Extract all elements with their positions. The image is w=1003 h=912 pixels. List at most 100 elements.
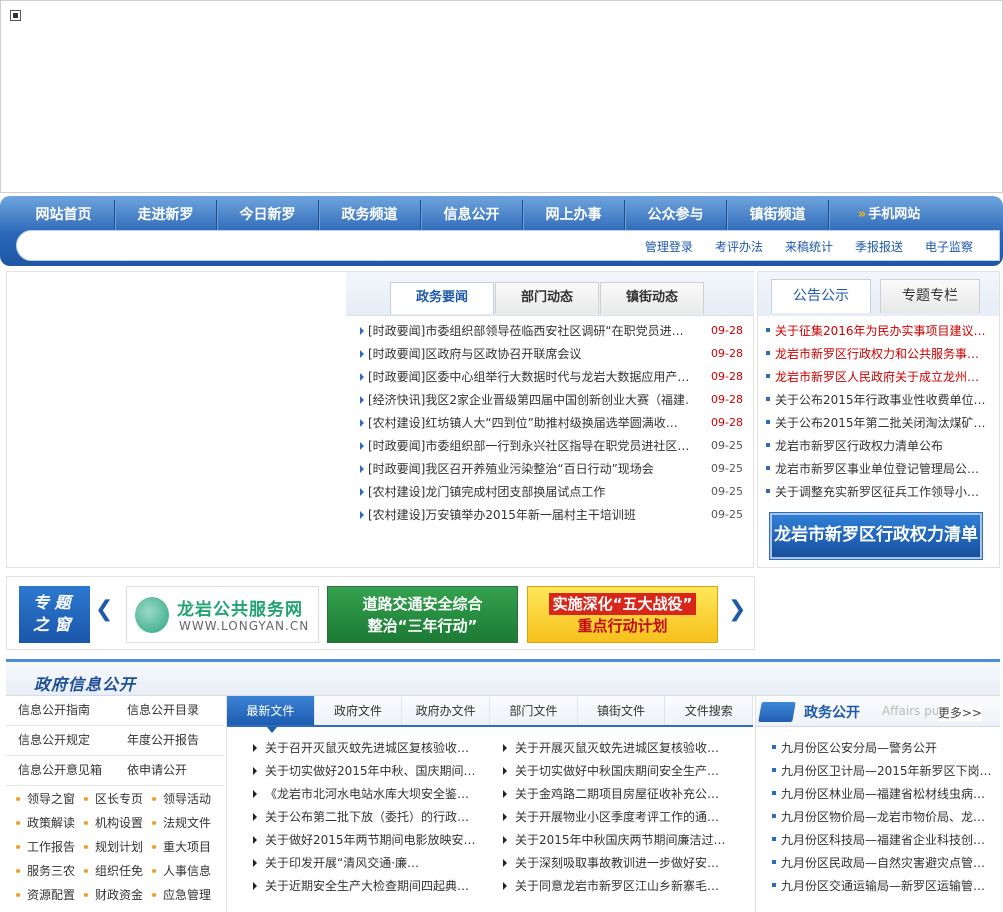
nav-item-government[interactable]: 政务频道: [319, 200, 421, 230]
documents-panel: 最新文件 政府文件 政府办文件 部门文件 镇街文件 文件搜索 关于召开灭鼠灭蚊先…: [226, 696, 754, 912]
list-item[interactable]: 关于深刻吸取事故教训进一步做好安…: [501, 854, 731, 877]
category-link[interactable]: 组织任免: [84, 862, 152, 881]
more-link[interactable]: 更多>>: [937, 704, 982, 721]
category-link[interactable]: 服务三农: [16, 862, 84, 881]
chevron-right-icon[interactable]: ❯: [728, 597, 746, 622]
power-list-banner[interactable]: 龙岩市新罗区行政权力清单: [770, 513, 982, 559]
list-item[interactable]: 关于公布2015年行政事业性收费单位…: [766, 391, 993, 414]
list-item[interactable]: 九月份区卫计局—2015年新罗区下岗…: [772, 762, 1000, 785]
list-item[interactable]: 九月份区林业局—福建省松材线虫病…: [772, 785, 1000, 808]
list-item[interactable]: [时政要闻]我区召开养殖业污染整治“百日行动”现场会 09-25: [360, 460, 745, 483]
gov-affairs-list: 九月份区公安分局—警务公开 九月份区卫计局—2015年新罗区下岗… 九月份区林业…: [756, 727, 1000, 900]
category-link[interactable]: 规划计划: [84, 838, 152, 857]
link-annual-report[interactable]: 年度公开报告: [115, 726, 224, 755]
link-feedback-box[interactable]: 信息公开意见箱: [6, 756, 115, 785]
list-item[interactable]: 九月份区公安分局—警务公开: [772, 739, 1000, 762]
list-item[interactable]: 龙岩市新罗区行政权力清单公布: [766, 437, 993, 460]
category-link[interactable]: 应急管理: [152, 886, 220, 905]
tab-latest-docs[interactable]: 最新文件: [227, 696, 315, 733]
tab-town-docs[interactable]: 镇街文件: [578, 696, 666, 725]
list-item[interactable]: 关于切实做好中秋国庆期间安全生产…: [501, 762, 731, 785]
category-link[interactable]: 资源配置: [16, 886, 84, 905]
link-quarterly-report[interactable]: 季报报送: [855, 238, 903, 255]
list-item[interactable]: 关于同意龙岩市新罗区江山乡新寨毛…: [501, 877, 731, 900]
link-catalog[interactable]: 信息公开目录: [115, 696, 224, 725]
list-item[interactable]: 关于开展物业小区季度考评工作的通…: [501, 808, 731, 831]
list-item[interactable]: 九月份区科技局—福建省企业科技创…: [772, 831, 1000, 854]
link-submission-stats[interactable]: 来稿统计: [785, 238, 833, 255]
category-link[interactable]: 领导活动: [152, 790, 220, 809]
category-link[interactable]: 人事信息: [152, 862, 220, 881]
tab-special-topics[interactable]: 专题专栏: [880, 279, 980, 313]
link-e-supervision[interactable]: 电子监察: [925, 238, 973, 255]
nav-item-about[interactable]: 走进新罗: [115, 200, 217, 230]
list-item[interactable]: 关于印发开展“清风交通·廉…: [251, 854, 481, 877]
tab-announcements[interactable]: 公告公示: [771, 279, 871, 313]
list-item[interactable]: [时政要闻]区政府与区政协召开联席会议 09-28: [360, 345, 745, 368]
list-item[interactable]: [农村建设]红坊镇人大“四到位”助推村级换届选举圆满收… 09-28: [360, 414, 745, 437]
banner-traffic-safety[interactable]: 道路交通安全综合 整治“三年行动”: [327, 586, 518, 643]
tab-department-news[interactable]: 部门动态: [495, 282, 599, 314]
list-item[interactable]: 关于2015年中秋国庆两节期间廉洁过…: [501, 831, 731, 854]
list-item[interactable]: 龙岩市新罗区人民政府关于成立龙州…: [766, 368, 993, 391]
list-item[interactable]: 九月份区交通运输局—新罗区运输管…: [772, 877, 1000, 900]
broken-image-icon: [10, 10, 21, 21]
nav-item-towns[interactable]: 镇街频道: [727, 200, 829, 230]
list-item[interactable]: 关于开展灭鼠灭蚊先进城区复核验收…: [501, 739, 731, 762]
nav-item-online-services[interactable]: 网上办事: [523, 200, 625, 230]
banner-longyan-services[interactable]: 龙岩公共服务网 WWW.LONGYAN.CN: [126, 586, 319, 643]
list-item[interactable]: 龙岩市新罗区行政权力和公共服务事…: [766, 345, 993, 368]
link-rules[interactable]: 信息公开规定: [6, 726, 115, 755]
category-link[interactable]: 区长专页: [84, 790, 152, 809]
docs-list-left: 关于召开灭鼠灭蚊先进城区复核验收… 关于切实做好2015年中秋、国庆期间… 《龙…: [251, 739, 501, 900]
list-item[interactable]: 关于召开灭鼠灭蚊先进城区复核验收…: [251, 739, 481, 762]
category-link[interactable]: 政策解读: [16, 814, 84, 833]
banner-five-campaigns[interactable]: 实施深化“五大战役” 重点行动计划: [527, 586, 718, 643]
tab-government-news[interactable]: 政务要闻: [390, 282, 494, 314]
list-item[interactable]: 关于近期安全生产大检查期间四起典…: [251, 877, 481, 900]
gov-affairs-panel: 政务公开 Affairs public 更多>> 九月份区公安分局—警务公开 九…: [755, 696, 1000, 912]
nav-item-mobile[interactable]: » 手机网站: [829, 200, 949, 230]
category-link[interactable]: 机构设置: [84, 814, 152, 833]
list-item[interactable]: 关于切实做好2015年中秋、国庆期间…: [251, 762, 481, 785]
list-item[interactable]: [农村建设]万安镇举办2015年新一届村主干培训班 09-25: [360, 506, 745, 529]
list-item[interactable]: [时政要闻]市委组织部领导莅临西安社区调研“在职党员进… 09-28: [360, 322, 745, 345]
list-item[interactable]: [时政要闻]市委组织部一行到永兴社区指导在职党员进社区… 09-25: [360, 437, 745, 460]
mobile-site-label: 手机网站: [868, 207, 921, 222]
category-link[interactable]: 财政资金: [84, 886, 152, 905]
link-admin-login[interactable]: 管理登录: [645, 238, 693, 255]
nav-item-home[interactable]: 网站首页: [13, 200, 115, 230]
nav-item-today[interactable]: 今日新罗: [217, 200, 319, 230]
list-item[interactable]: 关于公布2015年第二批关闭淘汰煤矿…: [766, 414, 993, 437]
document-tabs: 最新文件 政府文件 政府办文件 部门文件 镇街文件 文件搜索: [227, 696, 754, 733]
category-link[interactable]: 领导之窗: [16, 790, 84, 809]
nav-item-info-disclosure[interactable]: 信息公开: [421, 200, 523, 230]
tab-town-news[interactable]: 镇街动态: [600, 282, 704, 314]
link-guide[interactable]: 信息公开指南: [6, 696, 115, 725]
list-item[interactable]: 关于调整充实新罗区征兵工作领导小…: [766, 483, 993, 506]
list-item[interactable]: 龙岩市新罗区事业单位登记管理局公…: [766, 460, 993, 483]
list-item[interactable]: 《龙岩市北河水电站水库大坝安全鉴…: [251, 785, 481, 808]
tab-department-docs[interactable]: 部门文件: [490, 696, 578, 725]
list-item[interactable]: [时政要闻]区委中心组举行大数据时代与龙岩大数据应用产… 09-28: [360, 368, 745, 391]
list-item[interactable]: 关于做好2015年两节期间电影放映安…: [251, 831, 481, 854]
tab-gov-docs[interactable]: 政府文件: [315, 696, 403, 725]
info-left-nav: 信息公开指南 信息公开目录 信息公开规定 年度公开报告 信息公开意见箱 依申请公开 领…: [6, 696, 224, 912]
nav-item-public-participation[interactable]: 公众参与: [625, 200, 727, 230]
category-link[interactable]: 重大项目: [152, 838, 220, 857]
link-evaluation[interactable]: 考评办法: [715, 238, 763, 255]
list-item[interactable]: [农村建设]龙门镇完成村团支部换届试点工作 09-25: [360, 483, 745, 506]
tab-doc-search[interactable]: 文件搜索: [665, 696, 754, 725]
category-link[interactable]: 法规文件: [152, 814, 220, 833]
list-item[interactable]: [经济快讯]我区2家企业晋级第四届中国创新创业大赛（福建… 09-28: [360, 391, 745, 414]
category-link[interactable]: 工作报告: [16, 838, 84, 857]
chevron-left-icon[interactable]: ❮: [95, 597, 113, 622]
list-item[interactable]: 关于公布第二批下放（委托）的行政…: [251, 808, 481, 831]
list-item[interactable]: 关于征集2016年为民办实事项目建议…: [766, 322, 993, 345]
tab-office-docs[interactable]: 政府办文件: [402, 696, 491, 725]
list-item[interactable]: 关于金鸡路二期项目房屋征收补充公…: [501, 785, 731, 808]
gov-info-header: 政府信息公开: [6, 662, 1000, 696]
list-item[interactable]: 九月份区民政局—自然灾害避灾点管…: [772, 854, 1000, 877]
list-item[interactable]: 九月份区物价局—龙岩市物价局、龙…: [772, 808, 1000, 831]
link-request[interactable]: 依申请公开: [115, 756, 224, 785]
